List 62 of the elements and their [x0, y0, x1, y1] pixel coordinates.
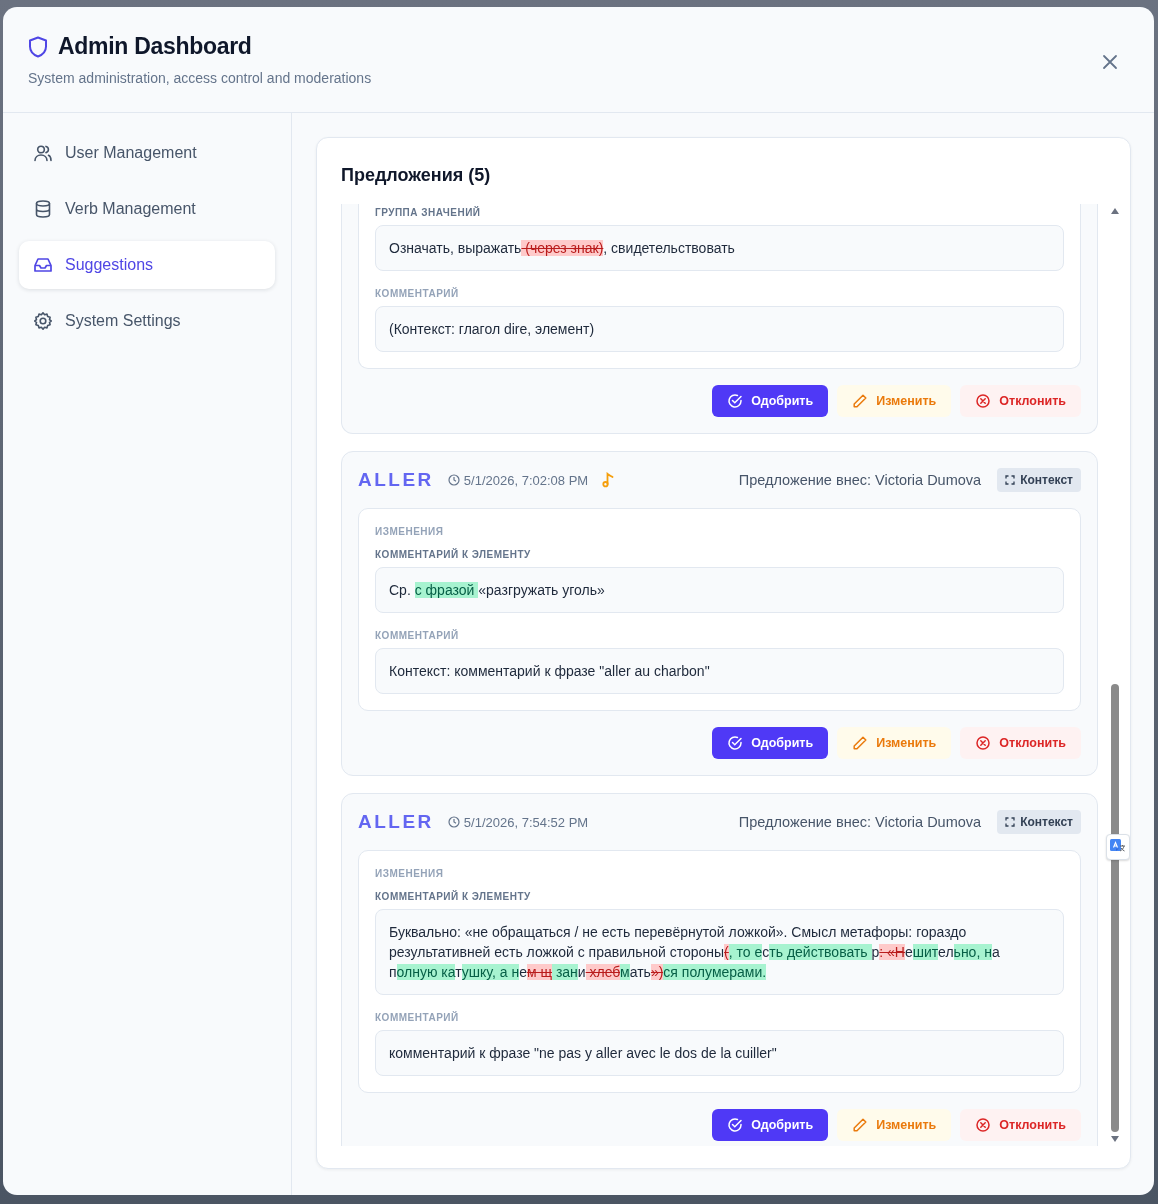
context-button[interactable]: Контекст	[997, 810, 1081, 834]
scroll-up-icon[interactable]	[1111, 208, 1119, 214]
field-label: КОММЕНТАРИЙ К ЭЛЕМЕНТУ	[375, 548, 532, 562]
comment-label: КОММЕНТАРИЙ	[375, 1011, 460, 1025]
pencil-icon	[852, 393, 869, 409]
x-circle-icon	[975, 1117, 992, 1133]
section-label: ИЗМЕНЕНИЯ	[375, 867, 445, 881]
reject-button[interactable]: Отклонить	[960, 727, 1081, 759]
scrollbar-thumb[interactable]	[1111, 684, 1119, 1132]
verb-title: ALLER	[358, 469, 434, 491]
sidebar-label: System Settings	[65, 312, 181, 330]
pencil-icon	[852, 735, 869, 751]
comment-text: комментарий к фразе "ne pas y aller avec le dos de la cuiller"	[375, 1030, 1064, 1076]
sidebar-item[interactable]: User Management	[19, 129, 275, 177]
check-circle-icon	[727, 393, 744, 409]
sidebar-label: Suggestions	[65, 256, 154, 274]
clock-icon	[447, 816, 460, 828]
dashboard-subtitle: System administration, access control and moderations	[28, 70, 372, 86]
timestamp: 5/1/2026, 7:54:52 PM	[463, 814, 589, 830]
expand-icon	[1005, 475, 1016, 485]
sidebar-label: Verb Management	[65, 200, 196, 218]
sidebar-item[interactable]: System Settings	[19, 297, 275, 345]
x-circle-icon	[975, 393, 992, 409]
author-text: Предложение внес: Victoria Dumova	[738, 814, 982, 830]
section-label: ИЗМЕНЕНИЯ	[375, 525, 445, 539]
pencil-icon	[852, 1117, 869, 1133]
author-text: Предложение внес: Victoria Dumova	[738, 472, 982, 488]
verb-title: ALLER	[358, 811, 434, 833]
reject-button[interactable]: Отклонить	[960, 385, 1081, 417]
comment-text: (Контекст: глагол dire, элемент)	[375, 306, 1064, 352]
clock-icon	[447, 474, 460, 486]
approve-button[interactable]: Одобрить	[712, 1109, 829, 1141]
field-label: КОММЕНТАРИЙ К ЭЛЕМЕНТУ	[375, 890, 532, 904]
comment-label: КОММЕНТАРИЙ	[375, 629, 460, 643]
scroll-down-icon[interactable]	[1111, 1136, 1119, 1142]
expand-icon	[1005, 817, 1016, 827]
sidebar-label: User Management	[65, 144, 197, 162]
shield-icon	[28, 35, 48, 58]
timestamp: 5/1/2026, 7:02:08 PM	[463, 472, 589, 488]
translate-icon[interactable]	[1106, 834, 1130, 860]
x-circle-icon	[975, 735, 992, 751]
diff-text: Ср. с фразой «разгружать уголь»	[375, 567, 1064, 613]
panel-title: Предложения (5)	[341, 164, 492, 187]
dashboard-title: Admin Dashboard	[58, 33, 252, 60]
context-button[interactable]: Контекст	[997, 468, 1081, 492]
reject-button[interactable]: Отклонить	[960, 1109, 1081, 1141]
database-icon	[33, 199, 53, 219]
diff-text: Означать, выражать (через знак), свидетельствовать	[375, 225, 1064, 271]
comment-text: Контекст: комментарий к фразе "aller au charbon"	[375, 648, 1064, 694]
sidebar-item[interactable]: Suggestions	[19, 241, 275, 289]
users-icon	[33, 143, 53, 163]
approve-button[interactable]: Одобрить	[712, 385, 829, 417]
settings-icon	[33, 311, 53, 331]
approve-button[interactable]: Одобрить	[712, 727, 829, 759]
sidebar-item[interactable]: Verb Management	[19, 185, 275, 233]
check-circle-icon	[727, 1117, 744, 1133]
diff-text: Буквально: «не обращаться / не есть перевёрнутой ложкой». Смысл метафоры: гораздо результативней есть ложкой с правильной стороны(, то есть действовать р: «Нешительно, на полную катушку, а нем щ зани хлебмать»)ся полумерами.	[375, 909, 1064, 995]
inbox-icon	[33, 255, 53, 275]
comment-label: КОММЕНТАРИЙ	[375, 287, 460, 301]
field-label: ГРУППА ЗНАЧЕНИЙ	[375, 205, 482, 220]
check-circle-icon	[727, 735, 744, 751]
close-icon[interactable]	[1102, 53, 1118, 70]
